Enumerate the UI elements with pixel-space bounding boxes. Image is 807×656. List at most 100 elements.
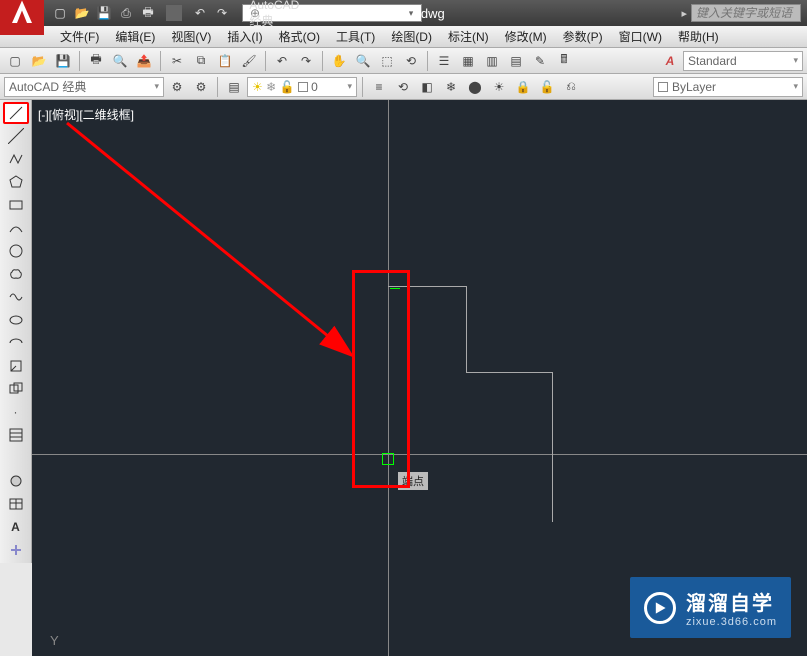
mtext-tool[interactable]: A (3, 516, 29, 538)
properties-button[interactable]: ☰ (433, 50, 455, 72)
layer-prev-button[interactable]: ⟲ (392, 76, 414, 98)
match-button[interactable]: 🖌 (238, 50, 260, 72)
point-tool[interactable]: · (3, 401, 29, 423)
zoom-window-button[interactable]: ⬚ (376, 50, 398, 72)
toolbar-standard: ▢ 📂 💾 🖶 🔍 📤 ✂ ⧉ 📋 🖌 ↶ ↷ ✋ 🔍 ⬚ ⟲ ☰ ▦ ▥ ▤ … (0, 48, 807, 74)
print-icon[interactable]: 🖶 (140, 5, 156, 21)
line-tool[interactable] (3, 102, 29, 124)
saveas-icon[interactable]: ⎙ (118, 5, 134, 21)
search-input[interactable] (691, 4, 801, 22)
menu-bar: 文件(F) 编辑(E) 视图(V) 插入(I) 格式(O) 工具(T) 绘图(D… (0, 26, 807, 48)
layer-match-button[interactable]: ⎌ (560, 76, 582, 98)
addselected-tool[interactable] (3, 539, 29, 561)
block-tool[interactable] (3, 378, 29, 400)
menu-window[interactable]: 窗口(W) (611, 28, 670, 45)
drawing-segment (466, 286, 467, 372)
undo-button[interactable]: ↶ (271, 50, 293, 72)
layer-unlock-button[interactable]: 🔓 (536, 76, 558, 98)
text-style-button[interactable]: A (659, 50, 681, 72)
menu-parametric[interactable]: 参数(P) (555, 28, 611, 45)
ssm-button[interactable]: ▤ (505, 50, 527, 72)
menu-modify[interactable]: 修改(M) (497, 28, 555, 45)
layer-off-button[interactable]: ⬤ (464, 76, 486, 98)
paste-button[interactable]: 📋 (214, 50, 236, 72)
separator (427, 51, 428, 71)
ucs-y-label: Y (50, 633, 59, 648)
toolbar-layers: AutoCAD 经典 ▾ ⚙ ⚙ ▤ ☀ ❄ 🔓 0 ▾ ≡ ⟲ ◧ ❄ ⬤ ☀… (0, 74, 807, 100)
workspace-gear-button[interactable]: ⚙ (190, 76, 212, 98)
menu-tools[interactable]: 工具(T) (328, 28, 383, 45)
copy-button[interactable]: ⧉ (190, 50, 212, 72)
layer-state-button[interactable]: ≡ (368, 76, 390, 98)
separator (217, 77, 218, 97)
title-search-area: ▸ (681, 4, 801, 22)
publish-button[interactable]: 📤 (133, 50, 155, 72)
menu-file[interactable]: 文件(F) (52, 28, 107, 45)
layer-value: 0 (311, 80, 318, 94)
menu-dimension[interactable]: 标注(N) (440, 28, 497, 45)
ellipse-arc-tool[interactable] (3, 332, 29, 354)
menu-help[interactable]: 帮助(H) (670, 28, 727, 45)
open-button[interactable]: 📂 (28, 50, 50, 72)
layer-props-button[interactable]: ▤ (223, 76, 245, 98)
polygon-tool[interactable] (3, 171, 29, 193)
cut-button[interactable]: ✂ (166, 50, 188, 72)
layer-dropdown[interactable]: ☀ ❄ 🔓 0 ▾ (247, 77, 357, 97)
layer-iso-button[interactable]: ◧ (416, 76, 438, 98)
region-tool[interactable] (3, 470, 29, 492)
menu-edit[interactable]: 编辑(E) (107, 28, 163, 45)
zoom-rt-button[interactable]: 🔍 (352, 50, 374, 72)
print-button[interactable]: 🖶 (85, 50, 107, 72)
pan-button[interactable]: ✋ (328, 50, 350, 72)
pline-tool[interactable] (3, 148, 29, 170)
lock-icon: 🔓 (280, 80, 295, 94)
markup-button[interactable]: ✎ (529, 50, 551, 72)
redo-button[interactable]: ↷ (295, 50, 317, 72)
drawing-canvas[interactable]: [-][俯视][二维线框] 端点 Y 溜溜自学 zixue.3d66.com (32, 100, 807, 656)
workspace-settings-button[interactable]: ⚙ (166, 76, 188, 98)
table-tool[interactable] (3, 493, 29, 515)
new-button[interactable]: ▢ (4, 50, 26, 72)
menu-insert[interactable]: 插入(I) (219, 28, 270, 45)
menu-view[interactable]: 视图(V) (163, 28, 219, 45)
crosshair-horizontal (32, 454, 807, 455)
separator (166, 5, 182, 21)
revcloud-tool[interactable] (3, 263, 29, 285)
save-icon[interactable]: 💾 (96, 5, 112, 21)
text-style-dropdown[interactable]: Standard ▾ (683, 51, 803, 71)
save-button[interactable]: 💾 (52, 50, 74, 72)
xline-tool[interactable] (3, 125, 29, 147)
zoom-prev-button[interactable]: ⟲ (400, 50, 422, 72)
rectangle-tool[interactable] (3, 194, 29, 216)
menu-draw[interactable]: 绘图(D) (383, 28, 440, 45)
tp-button[interactable]: ▥ (481, 50, 503, 72)
insert-tool[interactable] (3, 355, 29, 377)
spline-tool[interactable] (3, 286, 29, 308)
layer-lock-button[interactable]: 🔒 (512, 76, 534, 98)
menu-format[interactable]: 格式(O) (271, 28, 328, 45)
layer-on-button[interactable]: ☀ (488, 76, 510, 98)
separator (160, 51, 161, 71)
app-logo[interactable] (0, 0, 44, 35)
undo-icon[interactable]: ↶ (192, 5, 208, 21)
open-icon[interactable]: 📂 (74, 5, 90, 21)
text-style-value: Standard (688, 54, 737, 68)
watermark: 溜溜自学 zixue.3d66.com (630, 577, 791, 638)
preview-button[interactable]: 🔍 (109, 50, 131, 72)
chevron-down-icon: ▾ (154, 81, 159, 92)
circle-tool[interactable] (3, 240, 29, 262)
calc-button[interactable]: 🖩 (553, 50, 575, 72)
layer-freeze-button[interactable]: ❄ (440, 76, 462, 98)
bylayer-dropdown[interactable]: ByLayer ▾ (653, 77, 803, 97)
collapse-arrow-icon[interactable]: ▸ (681, 7, 687, 20)
gradient-tool[interactable] (3, 447, 29, 469)
dc-button[interactable]: ▦ (457, 50, 479, 72)
hatch-tool[interactable] (3, 424, 29, 446)
document-title: Drawing1.dwg (362, 6, 444, 21)
arc-tool[interactable] (3, 217, 29, 239)
workspace-dropdown-2[interactable]: AutoCAD 经典 ▾ (4, 77, 164, 97)
separator (79, 51, 80, 71)
new-icon[interactable]: ▢ (52, 5, 68, 21)
ellipse-tool[interactable] (3, 309, 29, 331)
redo-icon[interactable]: ↷ (214, 5, 230, 21)
